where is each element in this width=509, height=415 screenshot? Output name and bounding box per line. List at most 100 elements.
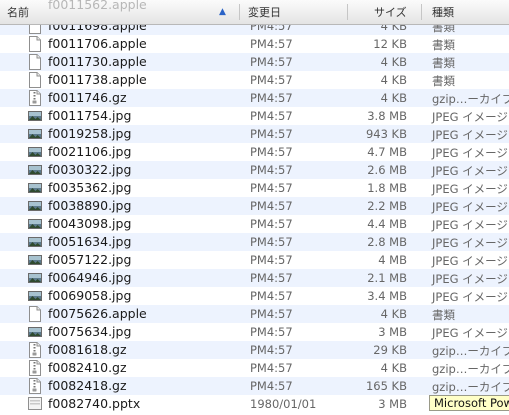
- file-date: PM4:57: [250, 253, 293, 267]
- archive-icon: [28, 342, 42, 358]
- image-thumbnail-icon: [28, 288, 42, 304]
- file-row[interactable]: f0011730.apple PM4:57 4 KB 書類: [0, 53, 509, 71]
- file-size: 3 MB: [378, 325, 407, 339]
- file-row[interactable]: f0043098.jpg PM4:57 4.4 MB JPEG イメージ: [0, 215, 509, 233]
- file-date: PM4:57: [250, 55, 293, 69]
- column-header-name[interactable]: 名前: [7, 0, 29, 24]
- file-name: f0075634.jpg: [48, 324, 132, 339]
- file-row[interactable]: f0082418.gz PM4:57 165 KB gzip…ーカイブ: [0, 377, 509, 395]
- file-name: f0019258.jpg: [48, 126, 132, 141]
- archive-icon: [28, 378, 42, 394]
- archive-icon: [28, 360, 42, 376]
- file-row[interactable]: f0064946.jpg PM4:57 2.1 MB JPEG イメージ: [0, 269, 509, 287]
- archive-icon: [28, 90, 42, 106]
- file-name: f0011754.jpg: [48, 108, 132, 123]
- file-date: 1980/01/01: [250, 397, 317, 411]
- file-row[interactable]: f0075634.jpg PM4:57 3 MB JPEG イメージ: [0, 323, 509, 341]
- file-kind: JPEG イメージ: [432, 272, 508, 286]
- document-icon: [28, 72, 42, 88]
- file-row[interactable]: f0069058.jpg PM4:57 3.4 MB JPEG イメージ: [0, 287, 509, 305]
- column-divider[interactable]: [347, 4, 348, 20]
- file-kind: JPEG イメージ: [432, 326, 508, 340]
- column-divider[interactable]: [421, 4, 422, 20]
- file-row[interactable]: f0075626.apple PM4:57 4 KB 書類: [0, 305, 509, 323]
- file-date: PM4:57: [250, 289, 293, 303]
- file-kind: gzip…ーカイブ: [432, 344, 509, 358]
- file-kind: gzip…ーカイブ: [432, 380, 509, 394]
- presentation-icon: [28, 396, 42, 412]
- image-thumbnail-icon: [28, 324, 42, 340]
- file-kind: gzip…ーカイブ: [432, 362, 509, 376]
- file-row[interactable]: f0011706.apple PM4:57 12 KB 書類: [0, 35, 509, 53]
- file-name: f0011706.apple: [48, 36, 147, 51]
- file-row[interactable]: f0035362.jpg PM4:57 1.8 MB JPEG イメージ: [0, 179, 509, 197]
- file-kind: JPEG イメージ: [432, 236, 508, 250]
- image-thumbnail-icon: [28, 162, 42, 178]
- file-kind: JPEG イメージ: [432, 218, 508, 232]
- column-header-date[interactable]: 変更日: [248, 0, 281, 24]
- document-icon: [28, 306, 42, 322]
- file-date: PM4:57: [250, 73, 293, 87]
- column-header-size[interactable]: サイズ: [374, 0, 407, 24]
- file-row[interactable]: f0030322.jpg PM4:57 2.6 MB JPEG イメージ: [0, 161, 509, 179]
- file-size: 2.2 MB: [367, 199, 407, 213]
- file-row[interactable]: f0011754.jpg PM4:57 3.8 MB JPEG イメージ: [0, 107, 509, 125]
- file-size: 3.8 MB: [367, 109, 407, 123]
- file-size: 2.1 MB: [367, 271, 407, 285]
- file-row[interactable]: f0051634.jpg PM4:57 2.8 MB JPEG イメージ: [0, 233, 509, 251]
- file-row[interactable]: f0038890.jpg PM4:57 2.2 MB JPEG イメージ: [0, 197, 509, 215]
- file-date: PM4:57: [250, 181, 293, 195]
- file-kind: JPEG イメージ: [432, 290, 508, 304]
- column-header-kind[interactable]: 種類: [432, 0, 454, 24]
- file-name: f0075626.apple: [48, 306, 147, 321]
- file-size: 4.4 MB: [367, 217, 407, 231]
- file-size: 4 KB: [380, 307, 407, 321]
- file-size: 3.4 MB: [367, 289, 407, 303]
- file-date: PM4:57: [250, 361, 293, 375]
- file-date: PM4:57: [250, 145, 293, 159]
- file-date: PM4:57: [250, 307, 293, 321]
- file-name: f0081618.gz: [48, 342, 127, 357]
- image-thumbnail-icon: [28, 144, 42, 160]
- file-row[interactable]: f0011738.apple PM4:57 4 KB 書類: [0, 71, 509, 89]
- file-kind: JPEG イメージ: [432, 128, 508, 142]
- file-row[interactable]: f0019258.jpg PM4:57 943 KB JPEG イメージ: [0, 125, 509, 143]
- file-size: 4 KB: [380, 361, 407, 375]
- file-row[interactable]: f0021106.jpg PM4:57 4.7 MB JPEG イメージ: [0, 143, 509, 161]
- file-size: 2.6 MB: [367, 163, 407, 177]
- file-name: f0064946.jpg: [48, 270, 132, 285]
- file-name: f0038890.jpg: [48, 198, 132, 213]
- file-row[interactable]: f0081618.gz PM4:57 29 KB gzip…ーカイブ: [0, 341, 509, 359]
- image-thumbnail-icon: [28, 270, 42, 286]
- image-thumbnail-icon: [28, 216, 42, 232]
- file-size: 29 KB: [373, 343, 407, 357]
- file-date: PM4:57: [250, 127, 293, 141]
- file-kind: gzip…ーカイブ: [432, 92, 509, 106]
- image-thumbnail-icon: [28, 198, 42, 214]
- file-size: 12 KB: [373, 37, 407, 51]
- file-date: PM4:57: [250, 109, 293, 123]
- file-row[interactable]: f0011746.gz PM4:57 4 KB gzip…ーカイブ: [0, 89, 509, 107]
- file-size: 4 KB: [380, 91, 407, 105]
- file-name: f0057122.jpg: [48, 252, 132, 267]
- column-divider[interactable]: [239, 4, 240, 20]
- file-kind: JPEG イメージ: [432, 146, 508, 160]
- file-size: 4 KB: [380, 55, 407, 69]
- file-size: 3 MB: [378, 397, 407, 411]
- file-row[interactable]: f0057122.jpg PM4:57 4 MB JPEG イメージ: [0, 251, 509, 269]
- file-date: PM4:57: [250, 379, 293, 393]
- file-name: f0011746.gz: [48, 90, 127, 105]
- file-date: PM4:57: [250, 199, 293, 213]
- file-name: f0043098.jpg: [48, 216, 132, 231]
- file-kind: JPEG イメージ: [432, 164, 508, 178]
- file-size: 943 KB: [365, 127, 407, 141]
- file-size: 4.7 MB: [367, 145, 407, 159]
- file-date: PM4:57: [250, 37, 293, 51]
- tooltip: Microsoft Pow: [429, 395, 509, 411]
- column-header-bar: f0011562.apple 名前 ▲ 変更日 サイズ 種類: [0, 0, 509, 25]
- image-thumbnail-icon: [28, 126, 42, 142]
- scrolled-row-ghost: f0011562.apple: [48, 0, 147, 12]
- file-name: f0069058.jpg: [48, 288, 132, 303]
- file-kind: JPEG イメージ: [432, 110, 508, 124]
- file-row[interactable]: f0082410.gz PM4:57 4 KB gzip…ーカイブ: [0, 359, 509, 377]
